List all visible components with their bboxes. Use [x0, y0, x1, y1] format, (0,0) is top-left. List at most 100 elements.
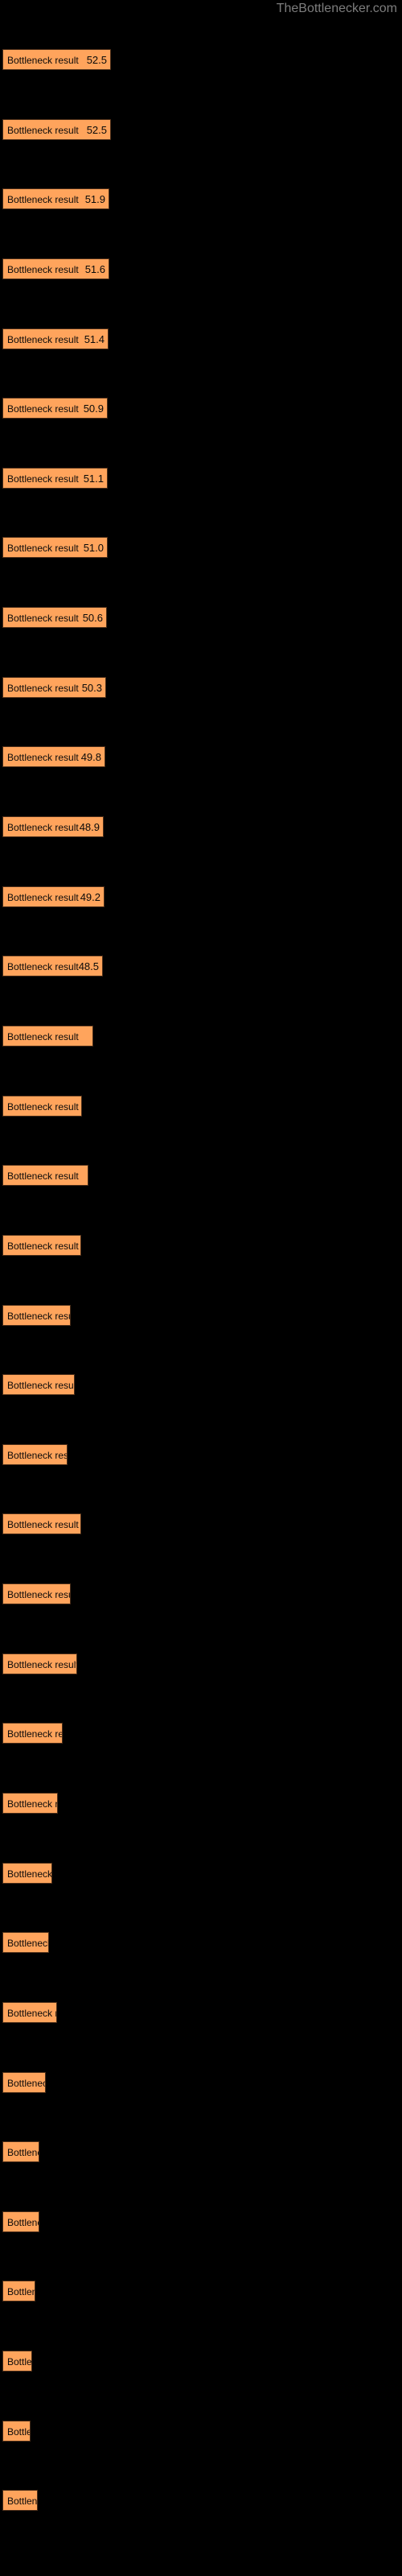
bar-label: Bottleneck result: [7, 1589, 70, 1600]
bar: Bottleneck result 51.6: [2, 258, 109, 279]
bar: Bottleneck result 50.9: [2, 398, 108, 419]
bar-label: Bottleneck result: [7, 2078, 45, 2089]
bar: Bottleneck result 48.9: [2, 816, 104, 837]
bar-row: Bottleneck result: [2, 1653, 77, 1674]
bar-row: Bottleneck result: [2, 1165, 88, 1186]
bar: Bottleneck result 51.9: [2, 188, 109, 209]
bar-value: 52.5: [86, 54, 107, 66]
bar-label: Bottleneck result: [7, 403, 79, 415]
bar-row: Bottleneck result: [2, 1026, 93, 1046]
bar-row: Bottleneck result: [2, 2211, 39, 2232]
bar-label: Bottleneck result: [7, 2217, 39, 2228]
bar-row: Bottleneck result: [2, 2141, 39, 2162]
bar: Bottleneck result: [2, 2421, 31, 2442]
bar: Bottleneck result: [2, 1444, 68, 1465]
bar: Bottleneck result 52.5: [2, 49, 111, 70]
bar-row: Bottleneck result 48.9: [2, 816, 104, 837]
bar-value: 51.0: [83, 542, 104, 554]
bar-row: Bottleneck result 52.5: [2, 119, 111, 140]
bar-row: Bottleneck result: [2, 1513, 81, 1534]
bar: Bottleneck result 51.0: [2, 537, 108, 558]
bar: Bottleneck result 49.8: [2, 746, 105, 767]
plot-area: Bottleneck result 52.5 Bottleneck result 52…: [0, 0, 402, 2576]
bar-row: Bottleneck result 49.2: [2, 886, 105, 907]
bar-value: 49.2: [80, 891, 100, 903]
bar-label: Bottleneck result: [7, 473, 79, 485]
bar-row: Bottleneck result: [2, 1374, 75, 1395]
bar-value: 52.5: [86, 124, 107, 136]
bar: Bottleneck result: [2, 2072, 46, 2093]
bar-label: Bottleneck result: [7, 1938, 49, 1949]
bar: Bottleneck result: [2, 1932, 49, 1953]
bar-value: 48.5: [78, 960, 99, 972]
bar-label: Bottleneck result: [7, 1031, 79, 1042]
bar-row: Bottleneck result: [2, 1863, 52, 1884]
bar: Bottleneck result 52.5: [2, 119, 111, 140]
bar-row: Bottleneck result 51.1: [2, 468, 108, 489]
bar: Bottleneck result 51.4: [2, 328, 109, 349]
bar: Bottleneck result 50.6: [2, 607, 107, 628]
bar-label: Bottleneck result: [7, 1659, 77, 1670]
bar-label: Bottleneck result: [7, 2008, 56, 2019]
bar-label: Bottleneck result: [7, 2496, 38, 2507]
bar-label: Bottleneck result: [7, 683, 79, 694]
bar-row: Bottleneck result: [2, 1444, 68, 1465]
bottleneck-bar-chart: TheBottlenecker.com Bottleneck result 52.…: [0, 0, 402, 2576]
bar-label: Bottleneck result: [7, 1101, 79, 1113]
bar-value: 51.6: [84, 263, 105, 275]
bar-label: Bottleneck result: [7, 334, 79, 345]
bar-label: Bottleneck result: [7, 1798, 58, 1810]
bar-label: Bottleneck result: [7, 1728, 62, 1740]
bar: Bottleneck result: [2, 1305, 71, 1326]
bar-label: Bottleneck result: [7, 1311, 70, 1322]
bar-label: Bottleneck result: [7, 1170, 79, 1182]
bar-label: Bottleneck result: [7, 2426, 30, 2438]
bar: Bottleneck result 51.1: [2, 468, 108, 489]
bar: Bottleneck result: [2, 1096, 82, 1117]
bar: Bottleneck result: [2, 2490, 38, 2511]
bar: Bottleneck result: [2, 2281, 35, 2301]
bar-row: Bottleneck result 51.4: [2, 328, 109, 349]
bar-value: 50.3: [81, 682, 102, 694]
bar-row: Bottleneck result: [2, 1305, 71, 1326]
bar-row: Bottleneck result: [2, 1235, 81, 1256]
bar-value: 51.4: [84, 333, 105, 345]
bar-row: Bottleneck result 50.3: [2, 677, 106, 698]
bar-label: Bottleneck result: [7, 1868, 52, 1880]
bar-label: Bottleneck result: [7, 892, 79, 903]
bar-label: Bottleneck result: [7, 264, 79, 275]
bar-row: Bottleneck result: [2, 2351, 32, 2372]
bar: Bottleneck result: [2, 1863, 52, 1884]
bar: Bottleneck result: [2, 1723, 63, 1744]
bar-label: Bottleneck result: [7, 1450, 68, 1461]
bar-row: Bottleneck result: [2, 2421, 31, 2442]
bar-label: Bottleneck result: [7, 613, 79, 624]
bar-row: Bottleneck result: [2, 1096, 82, 1117]
bar: Bottleneck result: [2, 2002, 57, 2023]
bar-value: 50.9: [83, 402, 104, 415]
bar: Bottleneck result 48.5: [2, 956, 103, 976]
bar-row: Bottleneck result: [2, 2281, 35, 2301]
bar-value: 49.8: [80, 751, 101, 763]
bar-label: Bottleneck result: [7, 1241, 79, 1252]
bar-row: Bottleneck result: [2, 1583, 71, 1604]
bar-label: Bottleneck result: [7, 1380, 75, 1391]
bar-label: Bottleneck result: [7, 2286, 35, 2297]
bar: Bottleneck result: [2, 1653, 77, 1674]
bar-row: Bottleneck result 51.0: [2, 537, 108, 558]
bar: Bottleneck result 50.3: [2, 677, 106, 698]
bar-row: Bottleneck result: [2, 2072, 46, 2093]
bar-row: Bottleneck result: [2, 2490, 38, 2511]
bar: Bottleneck result: [2, 2141, 39, 2162]
bar-label: Bottleneck result: [7, 2147, 39, 2158]
bar: Bottleneck result: [2, 2211, 39, 2232]
bar-row: Bottleneck result: [2, 1932, 49, 1953]
bar-row: Bottleneck result: [2, 1723, 63, 1744]
bar-row: Bottleneck result: [2, 1793, 58, 1814]
bar: Bottleneck result 49.2: [2, 886, 105, 907]
bar-row: Bottleneck result 51.9: [2, 188, 109, 209]
bar-value: 50.6: [82, 612, 103, 624]
bar: Bottleneck result: [2, 1513, 81, 1534]
bar-row: Bottleneck result 49.8: [2, 746, 105, 767]
bar: Bottleneck result: [2, 1374, 75, 1395]
